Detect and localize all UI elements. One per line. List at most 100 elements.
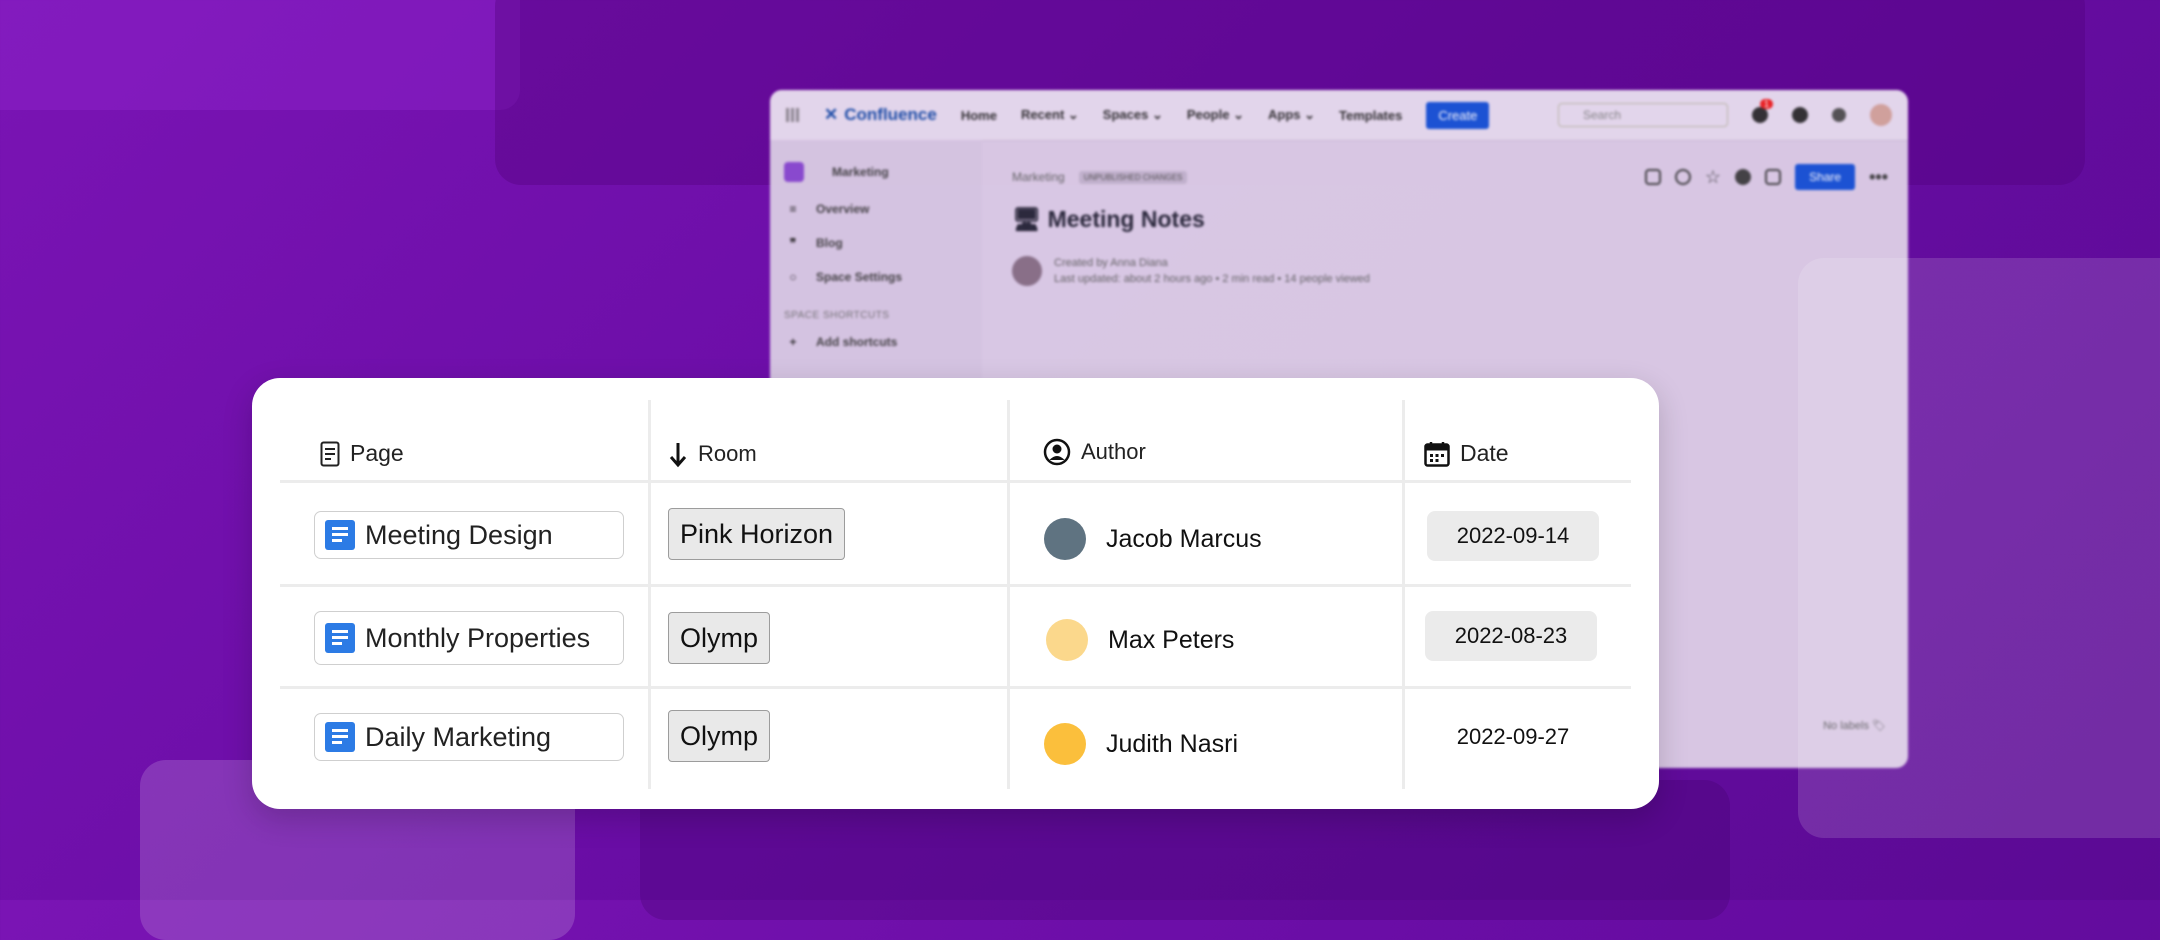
sidebar-space[interactable]: Marketing: [784, 162, 968, 182]
author-cell: Judith Nasri: [1044, 723, 1238, 765]
notification-icon[interactable]: 1: [1752, 99, 1774, 123]
row-divider: [280, 584, 1631, 587]
more-icon[interactable]: •••: [1869, 167, 1888, 188]
page-title: 🖥 Meeting Notes: [1012, 206, 1888, 233]
nav-home[interactable]: Home: [961, 108, 997, 123]
page-actions: ☆ Share •••: [1644, 164, 1888, 190]
author-cell: Jacob Marcus: [1044, 518, 1262, 560]
room-cell: Olymp: [668, 710, 771, 762]
sidebar-item-overview[interactable]: ≡ Overview: [784, 202, 968, 216]
sidebar-item-label: Space Settings: [816, 270, 903, 284]
avatar[interactable]: [1012, 256, 1042, 286]
page-icon: [320, 441, 340, 466]
created-by: Created by Anna Diana: [1054, 257, 1168, 269]
header-label: Room: [698, 441, 757, 466]
background-tile: [1798, 258, 2160, 838]
logo-text: Confluence: [844, 105, 937, 124]
header-page[interactable]: Page: [320, 440, 404, 467]
user-circle-icon: [1043, 438, 1071, 466]
header-room[interactable]: Room: [668, 440, 757, 468]
nav-recent[interactable]: Recent ⌄: [1021, 107, 1079, 123]
overview-icon: ≡: [789, 202, 797, 216]
date-cell: 2022-09-14: [1427, 511, 1599, 561]
notification-badge: 1: [1760, 99, 1774, 109]
avatar[interactable]: [1044, 723, 1086, 765]
settings-icon[interactable]: [1832, 108, 1846, 122]
page-name: Daily Marketing: [365, 721, 552, 752]
date-value[interactable]: 2022-09-14: [1427, 511, 1599, 561]
nav-spaces[interactable]: Spaces ⌄: [1103, 107, 1163, 123]
add-shortcuts-label: Add shortcuts: [816, 335, 898, 349]
comment-icon[interactable]: [1674, 169, 1691, 185]
document-icon: [325, 623, 355, 653]
add-shortcuts-button[interactable]: + Add shortcuts: [784, 335, 968, 349]
confluence-mark-icon: ✕: [824, 105, 839, 124]
room-tag[interactable]: Olymp: [668, 710, 771, 762]
confluence-main: Marketing UNPUBLISHED CHANGES ☆ Share ••…: [1012, 164, 1888, 287]
date-value[interactable]: 2022-09-27: [1427, 712, 1599, 762]
edit-icon[interactable]: [1644, 169, 1661, 185]
page-name: Meeting Design: [365, 519, 553, 550]
create-button[interactable]: Create: [1426, 101, 1490, 129]
document-icon: [325, 722, 355, 752]
restrictions-icon[interactable]: [1765, 169, 1782, 185]
nav-templates[interactable]: Templates: [1339, 108, 1402, 123]
date-cell: 2022-09-27: [1427, 712, 1599, 762]
sidebar-item-space-settings[interactable]: ○ Space Settings: [784, 270, 968, 284]
author-name: Jacob Marcus: [1106, 524, 1262, 553]
confluence-topbar: ✕ Confluence Home Recent ⌄ Spaces ⌄ Peopl…: [770, 90, 1908, 141]
room-tag[interactable]: Pink Horizon: [668, 508, 846, 560]
author-name: Max Peters: [1108, 625, 1235, 654]
watch-icon[interactable]: [1735, 169, 1752, 185]
page-meta: Created by Anna Diana Last updated: abou…: [1012, 255, 1888, 287]
monitor-icon: 🖥: [1012, 206, 1042, 232]
calendar-icon: [1424, 441, 1450, 467]
table-row: Daily Marketing: [314, 713, 624, 761]
room-cell: Pink Horizon: [668, 508, 846, 560]
help-icon[interactable]: [1792, 107, 1808, 123]
document-icon: [325, 520, 355, 550]
space-icon: [784, 162, 804, 182]
table-row: Monthly Properties: [314, 611, 624, 665]
avatar[interactable]: [1044, 518, 1086, 560]
author-name: Judith Nasri: [1106, 729, 1238, 758]
author-cell: Max Peters: [1046, 619, 1234, 661]
column-divider: [648, 400, 651, 789]
sidebar-item-label: Overview: [816, 202, 870, 216]
header-date[interactable]: Date: [1424, 440, 1509, 467]
shortcuts-title: SPACE SHORTCUTS: [784, 310, 890, 321]
plus-icon: +: [789, 335, 797, 349]
header-label: Author: [1081, 439, 1146, 464]
header-label: Date: [1460, 440, 1509, 466]
page-link[interactable]: Daily Marketing: [314, 713, 624, 761]
breadcrumb-item[interactable]: Marketing: [1012, 170, 1065, 184]
blog-icon: ❞: [789, 236, 797, 250]
row-divider: [280, 480, 1631, 483]
avatar[interactable]: [1046, 619, 1088, 661]
page-title-text: Meeting Notes: [1047, 206, 1205, 232]
page-link[interactable]: Meeting Design: [314, 511, 624, 559]
sidebar-item-label: Blog: [816, 236, 843, 250]
date-value[interactable]: 2022-08-23: [1425, 611, 1597, 661]
header-label: Page: [350, 440, 404, 466]
search-input[interactable]: Search: [1558, 103, 1728, 127]
page-link[interactable]: Monthly Properties: [314, 611, 624, 665]
app-switcher-icon[interactable]: [786, 108, 800, 122]
background-tile: [0, 0, 520, 110]
nav-people[interactable]: People ⌄: [1187, 107, 1244, 123]
sidebar-item-blog[interactable]: ❞ Blog: [784, 236, 968, 250]
header-author[interactable]: Author: [1043, 438, 1146, 466]
settings-icon: ○: [789, 270, 797, 284]
room-tag[interactable]: Olymp: [668, 612, 771, 664]
arrow-down-icon: [669, 443, 687, 468]
page-name: Monthly Properties: [365, 622, 591, 653]
share-button[interactable]: Share: [1795, 164, 1856, 190]
confluence-logo[interactable]: ✕ Confluence: [824, 105, 937, 125]
row-divider: [280, 686, 1631, 689]
column-divider: [1402, 400, 1405, 789]
table-row: Meeting Design: [314, 511, 624, 559]
avatar[interactable]: [1870, 104, 1892, 126]
nav-apps[interactable]: Apps ⌄: [1268, 107, 1315, 123]
space-name: Marketing: [832, 165, 889, 179]
star-icon[interactable]: ☆: [1705, 167, 1721, 188]
